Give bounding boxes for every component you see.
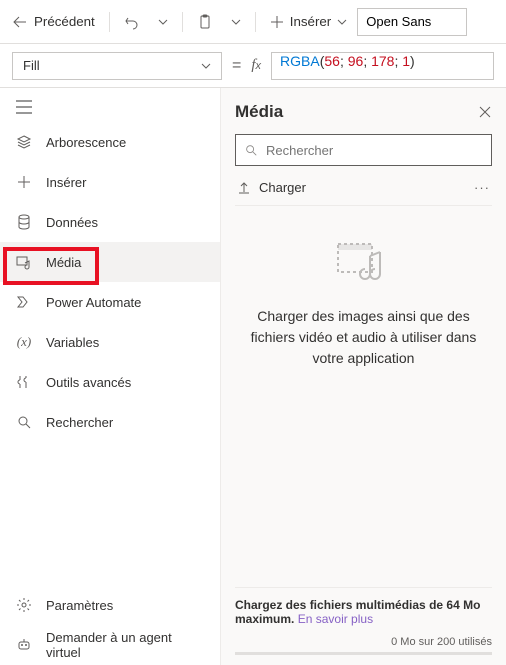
panel-footer: Chargez des fichiers multimédias de 64 M… [235, 587, 492, 655]
sidebar-item-data[interactable]: Données [0, 202, 220, 242]
plus-icon [16, 175, 32, 189]
undo-dropdown[interactable] [150, 6, 176, 38]
sidebar-item-search[interactable]: Rechercher [0, 402, 220, 442]
empty-text: Charger des images ainsi que des fichier… [235, 306, 492, 369]
search-icon [244, 143, 258, 157]
sidebar-item-label: Insérer [46, 175, 86, 190]
gear-icon [16, 597, 32, 613]
variable-icon: (x) [16, 334, 32, 350]
sidebar-item-media[interactable]: Média [0, 242, 220, 282]
media-icon [16, 254, 32, 270]
clipboard-icon [197, 14, 213, 30]
sidebar-item-label: Variables [46, 335, 99, 350]
close-button[interactable] [478, 105, 492, 119]
sidebar-item-label: Média [46, 255, 81, 270]
sidebar-item-settings[interactable]: Paramètres [0, 585, 220, 625]
sidebar-item-label: Power Automate [46, 295, 141, 310]
usage-text: 0 Mo sur 200 utilisés [235, 636, 492, 648]
media-placeholder-icon [336, 242, 392, 286]
sidebar-item-label: Rechercher [46, 415, 113, 430]
chevron-down-icon [201, 61, 211, 71]
formula-bar: Fill = fx RGBA(56; 96; 178; 1) [0, 44, 506, 88]
bot-icon [16, 637, 32, 653]
formula-input[interactable]: RGBA(56; 96; 178; 1) [271, 52, 494, 80]
chevron-down-icon [158, 17, 168, 27]
sidebar-item-label: Arborescence [46, 135, 126, 150]
layers-icon [16, 134, 32, 150]
sidebar-item-insert[interactable]: Insérer [0, 162, 220, 202]
top-toolbar: Précédent Insérer [0, 0, 506, 44]
sidebar-item-agent[interactable]: Demander à un agent virtuel [0, 625, 220, 665]
sidebar-item-label: Données [46, 215, 98, 230]
paste-dropdown[interactable] [223, 6, 249, 38]
more-button[interactable]: ··· [474, 180, 490, 195]
chevron-down-icon [337, 17, 347, 27]
insert-button[interactable]: Insérer [262, 6, 355, 38]
separator [255, 12, 256, 32]
insert-label: Insérer [290, 14, 331, 29]
property-name: Fill [23, 58, 40, 73]
database-icon [16, 214, 32, 230]
property-selector[interactable]: Fill [12, 52, 222, 80]
undo-icon [124, 14, 140, 30]
formula-fn: RGBA [280, 53, 320, 69]
usage-bar [235, 652, 492, 655]
equals-sign: = [232, 57, 241, 75]
sidebar-item-variables[interactable]: (x) Variables [0, 322, 220, 362]
main-area: Arborescence Insérer Données Média Power… [0, 88, 506, 665]
sidebar: Arborescence Insérer Données Média Power… [0, 88, 220, 665]
upload-button[interactable]: Charger [237, 180, 306, 195]
empty-state: Charger des images ainsi que des fichier… [235, 206, 492, 587]
paste-button[interactable] [189, 6, 221, 38]
tools-icon [16, 374, 32, 390]
upload-row: Charger ··· [235, 174, 492, 206]
sidebar-item-label: Paramètres [46, 598, 113, 613]
undo-button[interactable] [116, 6, 148, 38]
panel-header: Média [235, 102, 492, 122]
sidebar-item-label: Demander à un agent virtuel [46, 630, 204, 660]
search-box[interactable] [235, 134, 492, 166]
search-icon [16, 414, 32, 430]
back-button[interactable]: Précédent [4, 6, 103, 38]
panel-title: Média [235, 102, 283, 122]
search-input[interactable] [266, 143, 483, 158]
fx-icon[interactable]: fx [251, 57, 261, 74]
separator [109, 12, 110, 32]
back-label: Précédent [34, 14, 95, 29]
separator [182, 12, 183, 32]
media-panel: Média Charger ··· Char [220, 88, 506, 665]
sidebar-item-automate[interactable]: Power Automate [0, 282, 220, 322]
arrow-left-icon [12, 14, 28, 30]
upload-icon [237, 181, 251, 195]
learn-more-link[interactable]: En savoir plus [298, 612, 373, 626]
sidebar-item-label: Outils avancés [46, 375, 131, 390]
upload-label: Charger [259, 180, 306, 195]
chevron-down-icon [231, 17, 241, 27]
flow-icon [16, 294, 32, 310]
hamburger-menu[interactable] [0, 92, 220, 122]
plus-icon [270, 15, 284, 29]
sidebar-item-advanced[interactable]: Outils avancés [0, 362, 220, 402]
sidebar-item-tree[interactable]: Arborescence [0, 122, 220, 162]
formula-args: 56; 96; 178; 1 [324, 53, 410, 69]
font-input[interactable] [357, 8, 467, 36]
